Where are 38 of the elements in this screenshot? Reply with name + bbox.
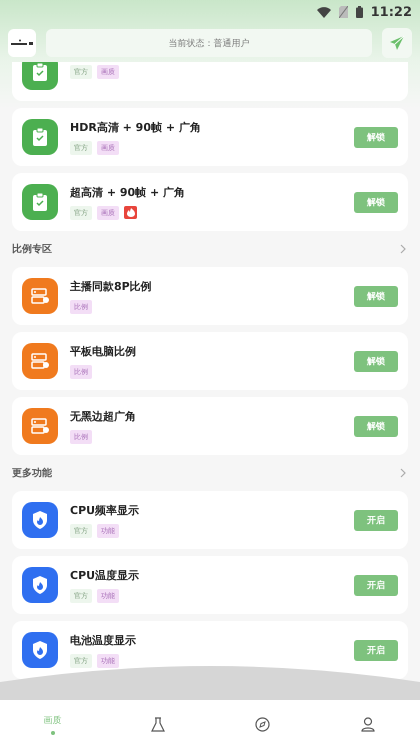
action-button[interactable]: 开启: [354, 574, 398, 596]
device-icon: [22, 408, 58, 444]
flask-icon[interactable]: [150, 716, 164, 732]
battery-icon: [356, 6, 363, 18]
feature-title: CPU温度显示: [70, 568, 140, 582]
action-button[interactable]: 解锁: [354, 416, 398, 436]
feature-title: 超高清 + 90帧 + 广角: [70, 184, 186, 200]
feature-title: 无黑边超广角: [70, 408, 137, 424]
clipboard-icon: [22, 119, 58, 155]
sim-icon: [338, 6, 348, 18]
nav-tab[interactable]: 画质: [44, 714, 62, 734]
feature-title: 主播同款8P比例: [70, 278, 153, 294]
clock-time: 11:22: [370, 4, 412, 20]
clipboard-icon: [22, 184, 58, 220]
action-button[interactable]: 解锁: [354, 126, 398, 148]
feature-title: CPU频率显示: [70, 502, 140, 518]
feature-title: HDR高清 + 90帧 + 广角: [70, 120, 202, 134]
send-icon: [389, 35, 405, 51]
compass-icon[interactable]: [255, 716, 270, 732]
feature-title: 电池温度显示: [70, 632, 137, 648]
action-button[interactable]: 解锁: [354, 286, 398, 306]
section-title: 比例专区: [12, 242, 52, 256]
shield-icon: [22, 632, 58, 668]
device-icon: [22, 343, 58, 379]
shield-icon: [22, 567, 58, 603]
action-button[interactable]: 解锁: [354, 350, 398, 372]
action-button[interactable]: 开启: [354, 510, 398, 530]
wifi-icon: [316, 6, 331, 18]
flame-icon: [124, 206, 137, 219]
section-title: 更多功能: [12, 466, 52, 480]
status-field: 当前状态：普通用户: [46, 29, 372, 57]
action-button[interactable]: 开启: [354, 640, 398, 660]
feature-title: 平板电脑比例: [70, 344, 137, 358]
user-icon[interactable]: [360, 716, 374, 732]
action-button[interactable]: 解锁: [354, 192, 398, 212]
device-icon: [22, 278, 58, 314]
app-logo-icon[interactable]: [8, 29, 36, 57]
shield-icon: [22, 502, 58, 538]
